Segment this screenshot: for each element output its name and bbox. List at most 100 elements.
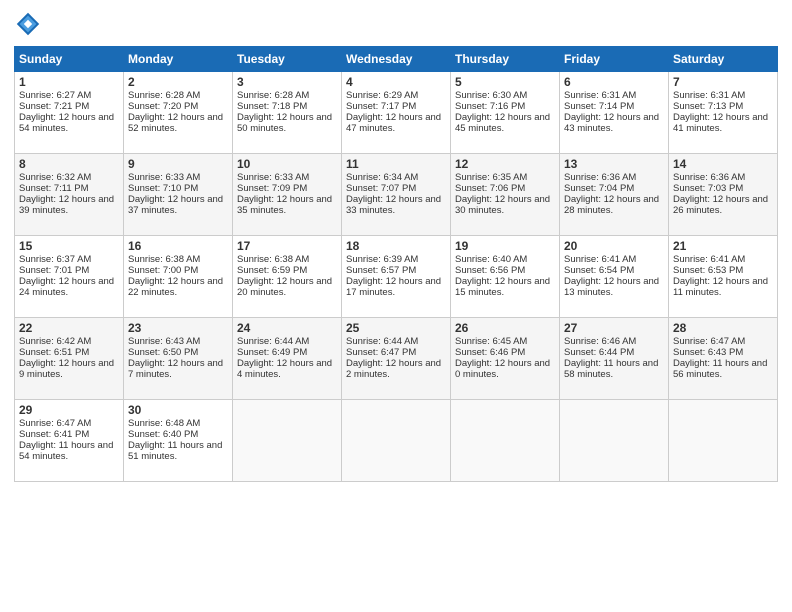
sunset-label: Sunset: 6:47 PM — [346, 347, 416, 358]
sunrise-label: Sunrise: 6:37 AM — [19, 254, 91, 265]
sunrise-label: Sunrise: 6:29 AM — [346, 90, 418, 101]
calendar-cell: 24 Sunrise: 6:44 AM Sunset: 6:49 PM Dayl… — [233, 318, 342, 400]
calendar-cell: 19 Sunrise: 6:40 AM Sunset: 6:56 PM Dayl… — [451, 236, 560, 318]
daylight-label: Daylight: 12 hours and 41 minutes. — [673, 112, 768, 134]
day-number: 14 — [673, 157, 773, 171]
calendar-cell: 27 Sunrise: 6:46 AM Sunset: 6:44 PM Dayl… — [560, 318, 669, 400]
day-number: 6 — [564, 75, 664, 89]
sunset-label: Sunset: 7:07 PM — [346, 183, 416, 194]
day-number: 7 — [673, 75, 773, 89]
daylight-label: Daylight: 12 hours and 15 minutes. — [455, 276, 550, 298]
sunrise-label: Sunrise: 6:39 AM — [346, 254, 418, 265]
day-number: 29 — [19, 403, 119, 417]
calendar-cell: 23 Sunrise: 6:43 AM Sunset: 6:50 PM Dayl… — [124, 318, 233, 400]
sunset-label: Sunset: 7:00 PM — [128, 265, 198, 276]
calendar-cell: 10 Sunrise: 6:33 AM Sunset: 7:09 PM Dayl… — [233, 154, 342, 236]
sunrise-label: Sunrise: 6:35 AM — [455, 172, 527, 183]
sunrise-label: Sunrise: 6:47 AM — [673, 336, 745, 347]
daylight-label: Daylight: 12 hours and 20 minutes. — [237, 276, 332, 298]
sunset-label: Sunset: 6:56 PM — [455, 265, 525, 276]
calendar-cell: 6 Sunrise: 6:31 AM Sunset: 7:14 PM Dayli… — [560, 72, 669, 154]
day-number: 4 — [346, 75, 446, 89]
calendar-cell: 4 Sunrise: 6:29 AM Sunset: 7:17 PM Dayli… — [342, 72, 451, 154]
day-number: 27 — [564, 321, 664, 335]
day-number: 26 — [455, 321, 555, 335]
daylight-label: Daylight: 11 hours and 56 minutes. — [673, 358, 767, 380]
sunrise-label: Sunrise: 6:38 AM — [128, 254, 200, 265]
calendar-cell — [342, 400, 451, 482]
day-number: 2 — [128, 75, 228, 89]
calendar-cell — [669, 400, 778, 482]
daylight-label: Daylight: 12 hours and 50 minutes. — [237, 112, 332, 134]
daylight-label: Daylight: 11 hours and 54 minutes. — [19, 440, 113, 462]
sunrise-label: Sunrise: 6:27 AM — [19, 90, 91, 101]
calendar-cell: 13 Sunrise: 6:36 AM Sunset: 7:04 PM Dayl… — [560, 154, 669, 236]
sunset-label: Sunset: 7:16 PM — [455, 101, 525, 112]
calendar-cell: 25 Sunrise: 6:44 AM Sunset: 6:47 PM Dayl… — [342, 318, 451, 400]
calendar-week-5: 29 Sunrise: 6:47 AM Sunset: 6:41 PM Dayl… — [15, 400, 778, 482]
sunset-label: Sunset: 6:51 PM — [19, 347, 89, 358]
calendar-cell: 29 Sunrise: 6:47 AM Sunset: 6:41 PM Dayl… — [15, 400, 124, 482]
calendar-cell: 17 Sunrise: 6:38 AM Sunset: 6:59 PM Dayl… — [233, 236, 342, 318]
sunset-label: Sunset: 7:21 PM — [19, 101, 89, 112]
day-number: 15 — [19, 239, 119, 253]
daylight-label: Daylight: 12 hours and 37 minutes. — [128, 194, 223, 216]
logo-icon — [14, 10, 42, 38]
calendar-cell: 22 Sunrise: 6:42 AM Sunset: 6:51 PM Dayl… — [15, 318, 124, 400]
day-number: 12 — [455, 157, 555, 171]
calendar-cell: 9 Sunrise: 6:33 AM Sunset: 7:10 PM Dayli… — [124, 154, 233, 236]
daylight-label: Daylight: 11 hours and 58 minutes. — [564, 358, 658, 380]
header-row: SundayMondayTuesdayWednesdayThursdayFrid… — [15, 47, 778, 72]
sunrise-label: Sunrise: 6:31 AM — [673, 90, 745, 101]
calendar-cell: 1 Sunrise: 6:27 AM Sunset: 7:21 PM Dayli… — [15, 72, 124, 154]
sunrise-label: Sunrise: 6:30 AM — [455, 90, 527, 101]
daylight-label: Daylight: 12 hours and 52 minutes. — [128, 112, 223, 134]
sunrise-label: Sunrise: 6:46 AM — [564, 336, 636, 347]
day-number: 5 — [455, 75, 555, 89]
sunset-label: Sunset: 7:11 PM — [19, 183, 89, 194]
sunrise-label: Sunrise: 6:48 AM — [128, 418, 200, 429]
daylight-label: Daylight: 12 hours and 26 minutes. — [673, 194, 768, 216]
day-number: 16 — [128, 239, 228, 253]
calendar-cell: 11 Sunrise: 6:34 AM Sunset: 7:07 PM Dayl… — [342, 154, 451, 236]
day-number: 18 — [346, 239, 446, 253]
sunset-label: Sunset: 7:18 PM — [237, 101, 307, 112]
calendar-cell: 26 Sunrise: 6:45 AM Sunset: 6:46 PM Dayl… — [451, 318, 560, 400]
sunrise-label: Sunrise: 6:28 AM — [128, 90, 200, 101]
sunrise-label: Sunrise: 6:34 AM — [346, 172, 418, 183]
calendar-table: SundayMondayTuesdayWednesdayThursdayFrid… — [14, 46, 778, 482]
sunset-label: Sunset: 7:04 PM — [564, 183, 634, 194]
sunrise-label: Sunrise: 6:38 AM — [237, 254, 309, 265]
calendar-cell — [451, 400, 560, 482]
day-number: 20 — [564, 239, 664, 253]
calendar-cell: 18 Sunrise: 6:39 AM Sunset: 6:57 PM Dayl… — [342, 236, 451, 318]
daylight-label: Daylight: 12 hours and 4 minutes. — [237, 358, 332, 380]
daylight-label: Daylight: 12 hours and 43 minutes. — [564, 112, 659, 134]
daylight-label: Daylight: 12 hours and 54 minutes. — [19, 112, 114, 134]
calendar-cell: 8 Sunrise: 6:32 AM Sunset: 7:11 PM Dayli… — [15, 154, 124, 236]
day-number: 8 — [19, 157, 119, 171]
daylight-label: Daylight: 12 hours and 47 minutes. — [346, 112, 441, 134]
sunrise-label: Sunrise: 6:33 AM — [128, 172, 200, 183]
daylight-label: Daylight: 12 hours and 30 minutes. — [455, 194, 550, 216]
sunset-label: Sunset: 6:54 PM — [564, 265, 634, 276]
day-number: 13 — [564, 157, 664, 171]
day-number: 17 — [237, 239, 337, 253]
calendar-cell: 3 Sunrise: 6:28 AM Sunset: 7:18 PM Dayli… — [233, 72, 342, 154]
daylight-label: Daylight: 11 hours and 51 minutes. — [128, 440, 222, 462]
day-number: 1 — [19, 75, 119, 89]
day-number: 19 — [455, 239, 555, 253]
sunset-label: Sunset: 6:53 PM — [673, 265, 743, 276]
page-container: SundayMondayTuesdayWednesdayThursdayFrid… — [0, 0, 792, 490]
sunrise-label: Sunrise: 6:33 AM — [237, 172, 309, 183]
sunrise-label: Sunrise: 6:32 AM — [19, 172, 91, 183]
calendar-cell: 2 Sunrise: 6:28 AM Sunset: 7:20 PM Dayli… — [124, 72, 233, 154]
sunset-label: Sunset: 7:20 PM — [128, 101, 198, 112]
sunset-label: Sunset: 7:14 PM — [564, 101, 634, 112]
header-cell-sunday: Sunday — [15, 47, 124, 72]
daylight-label: Daylight: 12 hours and 33 minutes. — [346, 194, 441, 216]
calendar-cell: 16 Sunrise: 6:38 AM Sunset: 7:00 PM Dayl… — [124, 236, 233, 318]
calendar-cell: 30 Sunrise: 6:48 AM Sunset: 6:40 PM Dayl… — [124, 400, 233, 482]
sunrise-label: Sunrise: 6:36 AM — [673, 172, 745, 183]
daylight-label: Daylight: 12 hours and 22 minutes. — [128, 276, 223, 298]
